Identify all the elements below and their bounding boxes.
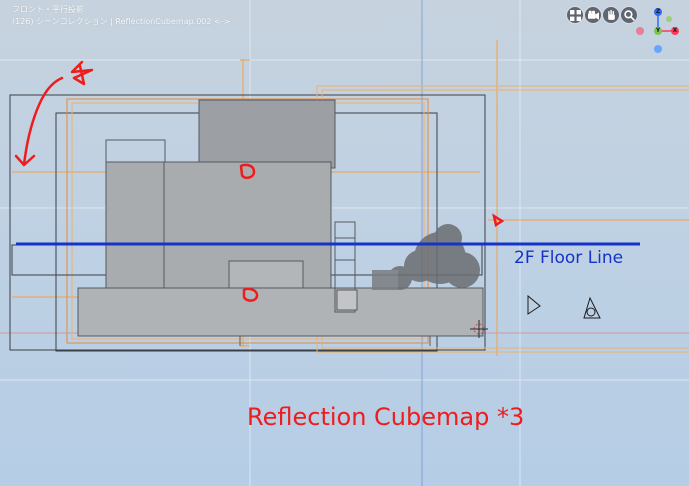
camera-icon: [587, 10, 599, 20]
zoom-icon: [623, 9, 635, 21]
camera-view-button[interactable]: [585, 7, 601, 23]
navigation-gizmo[interactable]: Z Y X: [636, 4, 686, 54]
cubemap-label: Reflection Cubemap *3: [247, 403, 525, 431]
zoom-view-button[interactable]: [621, 7, 637, 23]
gizmo-y-axis[interactable]: Y: [654, 27, 662, 35]
gizmo-neg-y-axis[interactable]: [666, 16, 672, 22]
floor-line-label: 2F Floor Line: [514, 248, 624, 268]
light-object: [583, 296, 601, 319]
camera-object: [527, 294, 541, 315]
annotation-arrow: [14, 76, 64, 167]
3d-viewport[interactable]: フロント・平行投影 (126) シーンコレクション | ReflectionCu…: [0, 0, 689, 486]
toggle-grid-button[interactable]: [567, 7, 583, 23]
hand-icon: [607, 9, 615, 20]
gizmo-x-axis[interactable]: X: [671, 27, 679, 35]
tree-model: [372, 224, 480, 290]
gizmo-z-axis[interactable]: Z: [654, 8, 662, 16]
grid-icon: [569, 9, 581, 21]
annotation-star: [70, 60, 94, 86]
gizmo-neg-z-axis[interactable]: [654, 45, 662, 53]
gizmo-neg-x-axis[interactable]: [636, 27, 644, 35]
pan-view-button[interactable]: [603, 7, 619, 23]
